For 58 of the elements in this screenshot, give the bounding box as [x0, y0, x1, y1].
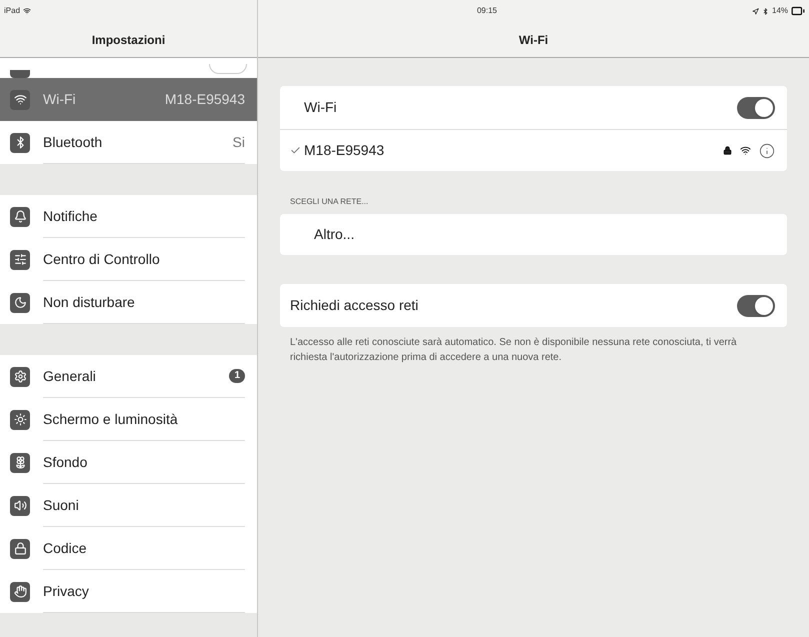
sidebar-item[interactable]: Sfondo — [0, 441, 257, 484]
sidebar-item[interactable]: Schermo e luminosità — [0, 398, 257, 441]
speaker-icon — [10, 496, 30, 516]
item-label: Bluetooth — [43, 132, 102, 152]
clock-time: 09:15 — [476, 5, 498, 17]
sun-icon — [10, 410, 30, 430]
page-title: Wi-Fi — [518, 32, 548, 48]
sidebar-title: Impostazioni — [92, 32, 166, 48]
sidebar-item[interactable]: Non disturbare — [0, 281, 257, 324]
item-label: Sfondo — [43, 452, 88, 472]
other-network-row[interactable]: Altro... — [280, 214, 787, 255]
footnote-text: L'accesso alle reti conosciute sarà automatico. Se non è disponibile nessuna rete conosciuta, ti verrà richiesta l'autorizzazione prima di accedere a una nuova rete. — [289, 336, 738, 365]
sidebar-item[interactable]: Bluetooth Si — [0, 121, 257, 164]
location-icon — [752, 8, 759, 14]
item-label: Privacy — [43, 582, 89, 601]
item-label: Generali — [43, 366, 96, 386]
bluetooth-icon — [762, 8, 769, 14]
count-badge: 1 — [229, 369, 245, 383]
toggle-switch[interactable] — [737, 96, 775, 118]
bluetooth-icon — [10, 132, 30, 152]
airplane-icon — [10, 70, 30, 78]
sidebar-item[interactable]: Wi-Fi M18-E95943 — [0, 78, 257, 121]
toggle-switch[interactable] — [737, 294, 775, 316]
item-label: Notifiche — [43, 206, 98, 226]
sidebar-item[interactable]: Codice — [0, 527, 257, 570]
sidebar-item[interactable]: Notifiche — [0, 195, 257, 238]
bell-icon — [10, 206, 30, 226]
item-value: M18-E95943 — [164, 90, 245, 109]
toggle-switch[interactable] — [209, 64, 247, 74]
item-value: Si — [232, 132, 245, 152]
item-label: Schermo e luminosità — [43, 410, 178, 428]
item-label: Wi-Fi — [43, 90, 76, 109]
gear-icon — [10, 366, 30, 386]
item-label: Centro di Controllo — [43, 250, 160, 268]
network-name[interactable]: M18-E95943 — [304, 140, 723, 161]
sliders-icon — [10, 250, 30, 270]
flower-icon — [10, 452, 30, 472]
lock-icon — [10, 538, 30, 558]
moon-icon — [10, 292, 30, 312]
setting-label: Richiedi accesso reti — [290, 296, 420, 315]
battery-icon — [791, 4, 806, 18]
setting-label: Wi-Fi — [304, 98, 338, 117]
device-name: iPad — [4, 5, 20, 17]
wifi-icon — [740, 145, 751, 156]
item-label: Suoni — [43, 496, 79, 514]
wifi-icon — [10, 90, 30, 110]
sidebar-item[interactable]: Privacy — [0, 570, 257, 613]
item-label: Non disturbare — [43, 292, 135, 312]
sidebar-item[interactable]: Centro di Controllo — [0, 238, 257, 281]
battery-percent: 14% — [772, 5, 788, 17]
section-header: SCEGLI UNA RETE... — [290, 196, 370, 208]
sidebar-item[interactable]: Suoni — [0, 484, 257, 527]
hand-icon — [10, 582, 30, 602]
info-icon[interactable] — [759, 142, 775, 158]
item-label: Codice — [43, 538, 87, 558]
wifi-icon — [23, 7, 32, 15]
sidebar-item[interactable]: Generali 1 — [0, 355, 257, 398]
lock-icon — [723, 146, 732, 155]
